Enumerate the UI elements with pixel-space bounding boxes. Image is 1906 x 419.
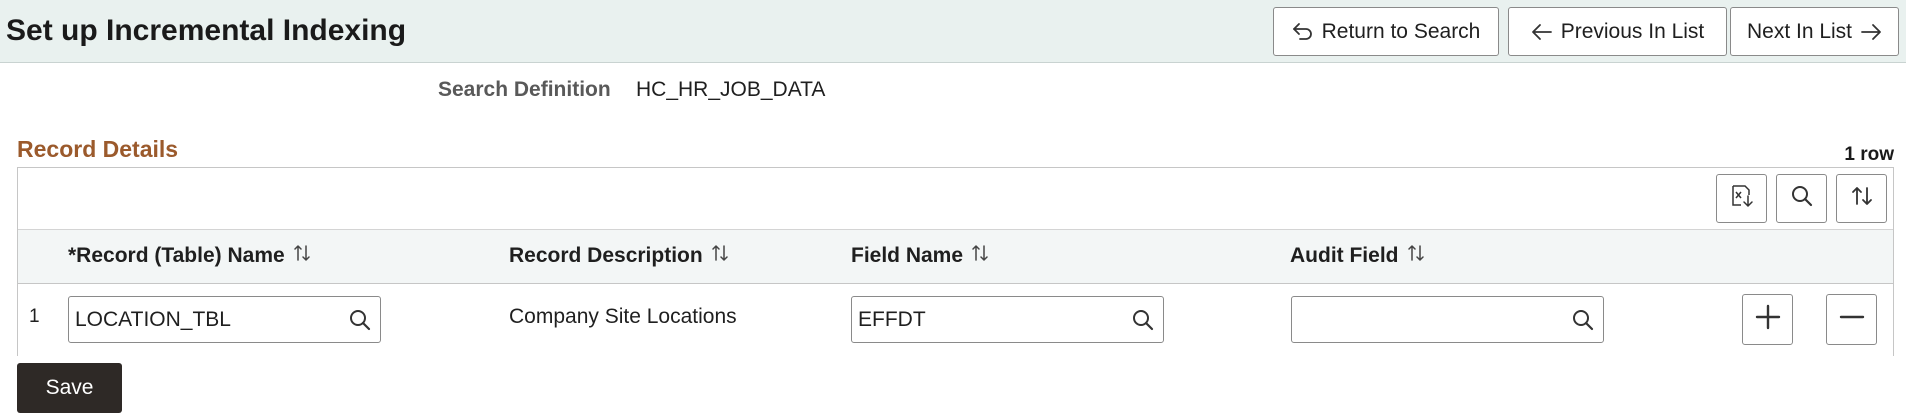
audit-field-input[interactable] xyxy=(1292,297,1603,342)
previous-in-list-label: Previous In List xyxy=(1560,19,1705,43)
record-description: Company Site Locations xyxy=(509,305,737,328)
save-button[interactable]: Save xyxy=(17,363,122,413)
column-header-record-name[interactable]: *Record (Table) Name xyxy=(68,244,311,268)
row-count: 1 row xyxy=(1844,144,1894,165)
search-definition-label: Search Definition xyxy=(438,78,611,101)
search-icon[interactable] xyxy=(1571,308,1595,332)
column-header-label: Field Name xyxy=(851,244,964,267)
column-header-audit-field[interactable]: Audit Field xyxy=(1290,244,1425,268)
search-definition-value: HC_HR_JOB_DATA xyxy=(636,78,826,101)
minus-icon xyxy=(1839,304,1865,335)
plus-icon xyxy=(1755,304,1781,335)
column-header-record-description[interactable]: Record Description xyxy=(509,244,729,268)
return-to-search-button[interactable]: Return to Search xyxy=(1273,7,1499,56)
delete-row-button[interactable] xyxy=(1826,294,1877,345)
previous-in-list-button[interactable]: Previous In List xyxy=(1508,7,1727,56)
next-in-list-button[interactable]: Next In List xyxy=(1730,7,1899,56)
grid-toolbar xyxy=(18,168,1893,230)
row-number: 1 xyxy=(29,306,40,327)
column-header-field-name[interactable]: Field Name xyxy=(851,244,989,268)
export-excel-icon xyxy=(1729,183,1755,214)
arrow-right-icon xyxy=(1860,21,1882,43)
record-name-prompt xyxy=(68,296,381,343)
field-name-prompt xyxy=(851,296,1164,343)
return-arrow-icon xyxy=(1292,21,1314,43)
sort-icon xyxy=(1850,184,1874,213)
sort-icon xyxy=(293,244,311,268)
find-button[interactable] xyxy=(1776,174,1827,223)
page-title: Set up Incremental Indexing xyxy=(6,14,407,47)
column-header-label: *Record (Table) Name xyxy=(68,244,285,267)
table-row: 1 Company Site Locations xyxy=(18,284,1893,356)
add-row-button[interactable] xyxy=(1742,294,1793,345)
return-to-search-label: Return to Search xyxy=(1321,19,1481,43)
page-header: Set up Incremental Indexing Return to Se… xyxy=(0,0,1906,63)
record-details-title: Record Details xyxy=(17,136,179,162)
export-button[interactable] xyxy=(1716,174,1767,223)
record-name-input[interactable] xyxy=(69,297,380,342)
record-details-grid: *Record (Table) Name Record Description … xyxy=(17,167,1894,356)
column-header-label: Audit Field xyxy=(1290,244,1399,267)
sort-icon xyxy=(1407,244,1425,268)
audit-field-prompt xyxy=(1291,296,1604,343)
arrow-left-icon xyxy=(1531,21,1553,43)
sort-icon xyxy=(971,244,989,268)
sort-icon xyxy=(711,244,729,268)
search-icon xyxy=(1790,184,1814,213)
field-name-input[interactable] xyxy=(852,297,1163,342)
search-icon[interactable] xyxy=(348,308,372,332)
column-header-label: Record Description xyxy=(509,244,703,267)
next-in-list-label: Next In List xyxy=(1746,19,1853,43)
search-icon[interactable] xyxy=(1131,308,1155,332)
grid-header-row: *Record (Table) Name Record Description … xyxy=(18,230,1893,284)
sort-button[interactable] xyxy=(1836,174,1887,223)
